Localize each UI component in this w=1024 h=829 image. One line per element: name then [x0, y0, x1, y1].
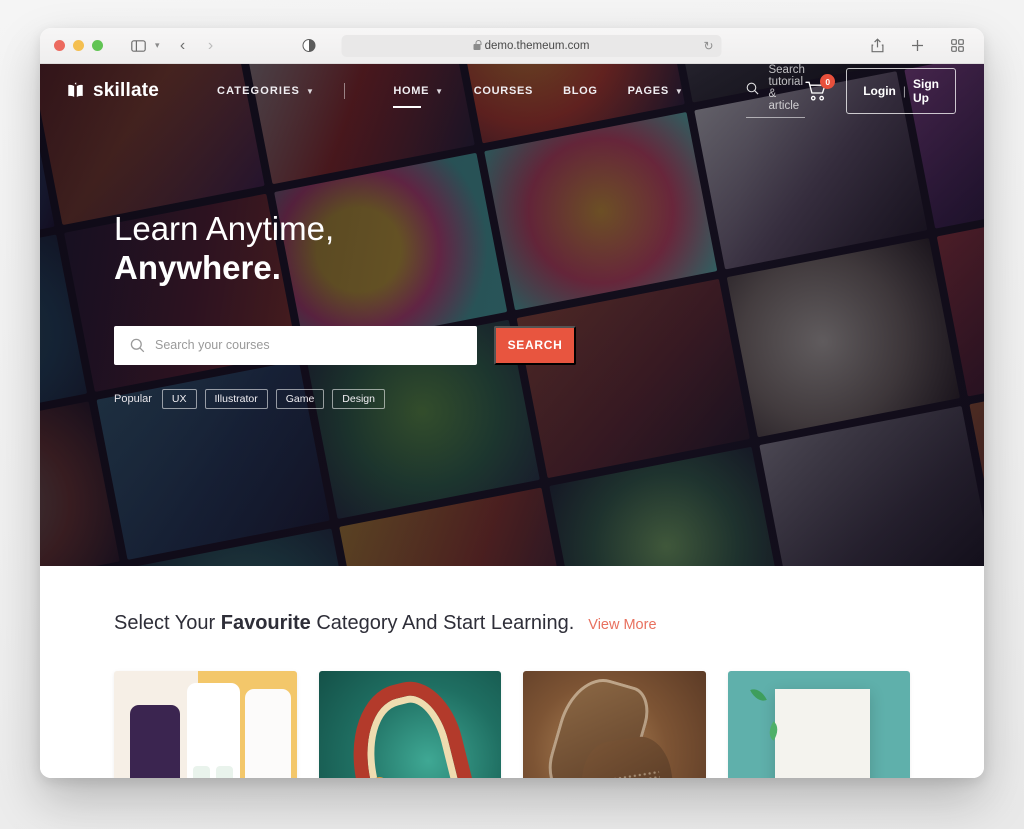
search-icon	[130, 338, 145, 353]
hero-search-placeholder: Search your courses	[155, 338, 270, 353]
hero-search-button[interactable]: SEARCH	[494, 325, 576, 365]
open-book-icon	[66, 81, 85, 101]
chevron-down-icon: ▼	[674, 86, 684, 96]
nav-item-categories[interactable]: CATEGORIES ▼	[217, 85, 326, 97]
navbar-right-actions: 0 Login | Sign Up	[805, 68, 956, 114]
hero-section: skillate CATEGORIES ▼ HOME ▼ COURSES BLO…	[40, 64, 984, 566]
heading-part-2: Category And Start Learning.	[310, 612, 575, 634]
heading-bold: Favourite	[220, 612, 311, 634]
auth-button[interactable]: Login | Sign Up	[846, 68, 956, 114]
nav-label-blog: BLOG	[563, 85, 598, 97]
toolbar-right-actions	[864, 34, 970, 58]
site-logo[interactable]: skillate	[66, 80, 159, 102]
window-traffic-lights[interactable]	[54, 40, 103, 51]
nav-label-courses: COURSES	[473, 85, 534, 97]
nav-item-blog[interactable]: BLOG	[552, 85, 609, 97]
nav-item-courses[interactable]: COURSES	[463, 85, 544, 97]
view-more-link[interactable]: View More	[588, 617, 656, 633]
chevron-down-icon[interactable]: ▾	[155, 40, 160, 51]
hero-heading-line2: Anywhere.	[114, 248, 281, 286]
browser-toolbar: ▾ ‹ › demo.themeum.com ↻	[40, 28, 984, 64]
categories-heading-text: Select Your Favourite Category And Start…	[114, 612, 574, 635]
phone-mockup-2	[187, 683, 240, 778]
category-card-paper-cut-landscape-book[interactable]	[727, 671, 910, 778]
tag-ux[interactable]: UX	[161, 388, 197, 409]
tag-design[interactable]: Design	[332, 388, 385, 409]
new-tab-icon[interactable]	[904, 34, 930, 58]
lock-icon	[473, 39, 482, 50]
popular-tags: Popular UX Illustrator Game Design	[114, 388, 910, 409]
auth-separator: |	[902, 84, 906, 98]
chevron-down-icon: ▼	[305, 86, 315, 96]
page-viewport: skillate CATEGORIES ▼ HOME ▼ COURSES BLO…	[40, 64, 984, 778]
hero-content: Learn Anytime, Anywhere. Search your cou…	[40, 210, 984, 409]
category-card-dragon-illustration[interactable]	[318, 671, 501, 778]
desktop-background: ▾ ‹ › demo.themeum.com ↻ skillate CATEGO…	[0, 0, 1024, 829]
hero-heading-line1: Learn Anytime,	[114, 210, 335, 247]
back-button[interactable]: ‹	[170, 34, 196, 58]
category-card-grid	[114, 671, 910, 778]
phone-mockup-3	[245, 689, 292, 778]
nav-label-pages: PAGES	[627, 85, 669, 97]
popular-label: Popular	[114, 392, 152, 405]
forward-button[interactable]: ›	[198, 34, 224, 58]
reader-mode-icon[interactable]	[302, 39, 316, 52]
chevron-down-icon: ▼	[435, 86, 444, 96]
nav-item-home[interactable]: HOME ▼	[382, 85, 454, 108]
leaf-1	[750, 685, 767, 705]
navbar-search[interactable]: Search tutorial & article	[746, 64, 806, 118]
book-cover	[774, 689, 870, 778]
address-bar-region: demo.themeum.com ↻	[302, 34, 722, 57]
sidebar-toggle-group[interactable]: ▾	[125, 34, 160, 58]
nav-categories-group: CATEGORIES ▼	[217, 85, 326, 97]
reload-icon[interactable]: ↻	[703, 39, 713, 53]
tab-grid-icon[interactable]	[944, 34, 970, 58]
share-icon[interactable]	[864, 34, 890, 58]
nav-label-home: HOME	[393, 85, 430, 97]
cart-button[interactable]: 0	[805, 74, 836, 101]
sidebar-icon[interactable]	[125, 34, 151, 58]
nav-main-group: HOME ▼ COURSES BLOG PAGES ▼	[382, 85, 695, 108]
navbar-search-placeholder: Search tutorial & article	[768, 64, 805, 112]
tag-game[interactable]: Game	[275, 388, 325, 409]
nav-label-categories: CATEGORIES	[217, 85, 300, 97]
hero-search-input[interactable]: Search your courses	[114, 325, 477, 365]
categories-heading: Select Your Favourite Category And Start…	[114, 612, 910, 635]
address-bar[interactable]: demo.themeum.com ↻	[341, 34, 722, 57]
heading-part-1: Select Your	[114, 612, 221, 634]
cart-count-badge: 0	[820, 74, 836, 89]
category-card-mobile-app-ui-mockup[interactable]	[114, 671, 297, 778]
maximize-window-button[interactable]	[92, 40, 103, 51]
minimize-window-button[interactable]	[73, 40, 84, 51]
categories-section: Select Your Favourite Category And Start…	[40, 566, 984, 778]
logo-text: skillate	[93, 80, 160, 101]
nav-item-pages[interactable]: PAGES ▼	[617, 85, 695, 97]
url-text: demo.themeum.com	[484, 39, 590, 52]
url-display: demo.themeum.com	[473, 39, 590, 52]
dragon-body	[335, 671, 488, 778]
category-card-sepia-armor-photo[interactable]	[523, 671, 706, 778]
phone-mockup-1	[130, 705, 180, 778]
browser-window: ▾ ‹ › demo.themeum.com ↻ skillate CATEGO…	[40, 28, 984, 778]
search-icon	[746, 82, 759, 95]
hero-search-bar: Search your courses SEARCH	[114, 325, 576, 365]
navigation-arrows[interactable]: ‹ ›	[170, 34, 224, 58]
site-navbar: skillate CATEGORIES ▼ HOME ▼ COURSES BLO…	[40, 64, 984, 118]
login-label[interactable]: Login	[863, 84, 896, 98]
signup-label[interactable]: Sign Up	[913, 77, 939, 105]
hero-heading: Learn Anytime, Anywhere.	[114, 210, 910, 288]
close-window-button[interactable]	[54, 40, 65, 51]
tag-illustrator[interactable]: Illustrator	[204, 388, 268, 409]
